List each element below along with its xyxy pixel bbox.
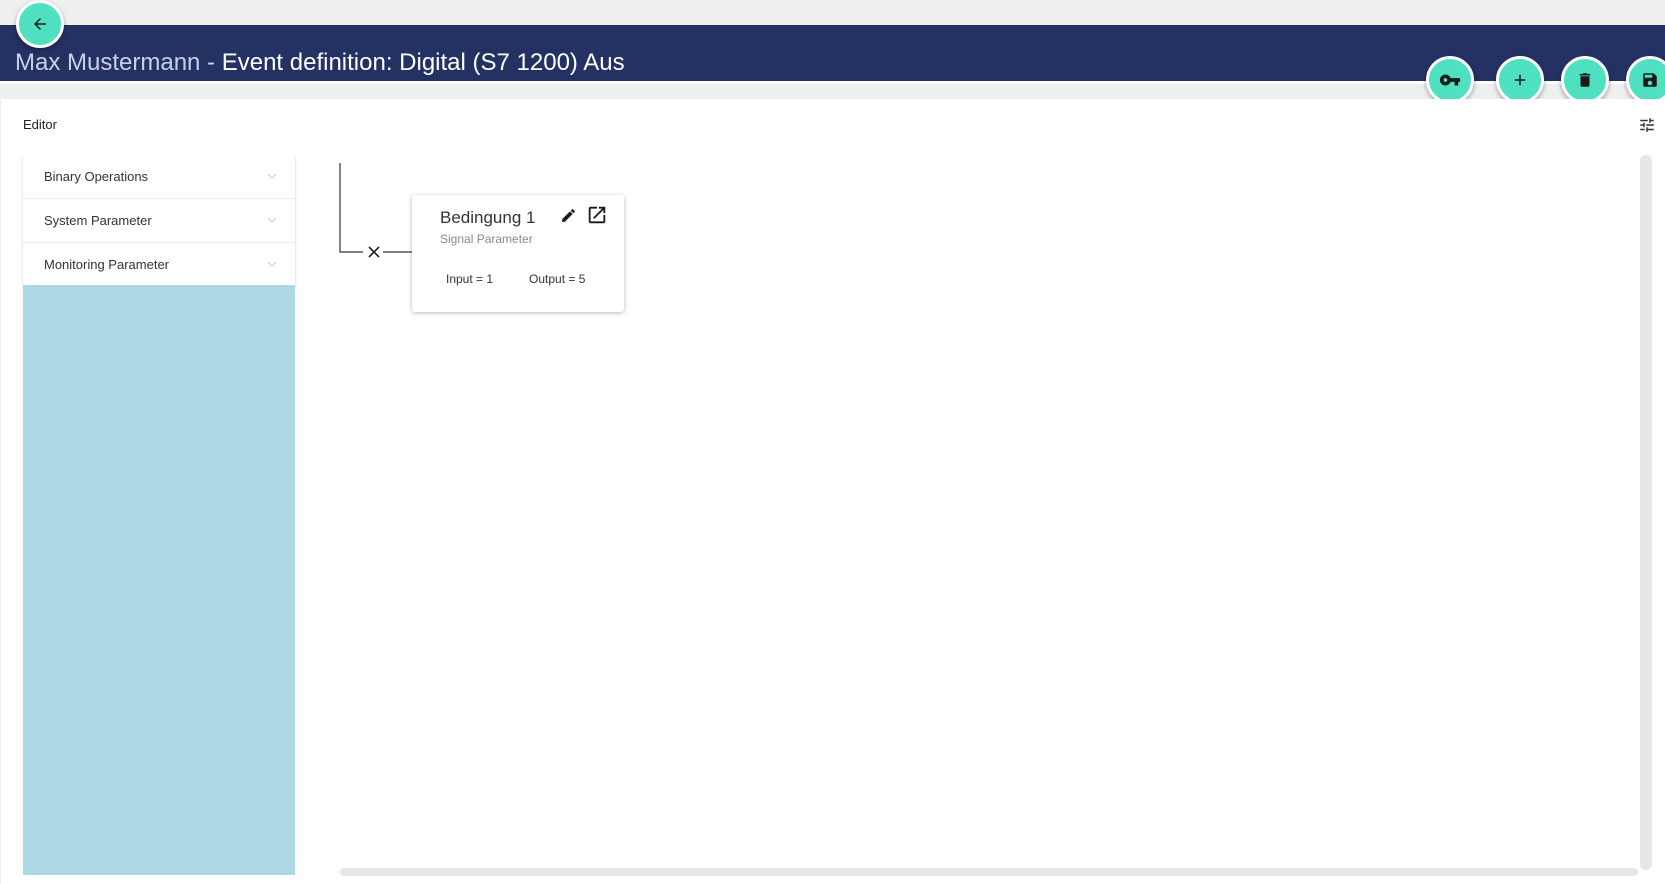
sidebar-item-label: Monitoring Parameter	[44, 257, 169, 272]
chevron-down-icon	[267, 261, 277, 267]
open-in-new-icon[interactable]	[586, 204, 608, 226]
sidebar-item-label: System Parameter	[44, 213, 152, 228]
title-separator: -	[200, 49, 222, 76]
chevron-down-icon	[267, 173, 277, 179]
sidebar-item-binary-operations[interactable]: Binary Operations	[23, 155, 295, 199]
trash-icon	[1579, 73, 1591, 87]
sidebar-list: Binary Operations System Parameter Monit…	[23, 155, 295, 286]
pencil-icon[interactable]	[560, 207, 577, 224]
sidebar-item-monitoring-parameter[interactable]: Monitoring Parameter	[23, 243, 295, 286]
horizontal-scrollbar[interactable]	[340, 868, 1638, 876]
plus-icon	[1514, 74, 1526, 86]
node-subtitle: Signal Parameter	[440, 232, 533, 246]
key-icon	[1439, 74, 1461, 86]
sidebar-item-system-parameter[interactable]: System Parameter	[23, 199, 295, 243]
add-button[interactable]	[1496, 56, 1544, 104]
sidebar-drop-area[interactable]	[23, 285, 295, 875]
user-name: Max Mustermann	[15, 49, 201, 76]
back-button[interactable]	[16, 0, 64, 48]
node-title: Bedingung 1	[440, 208, 536, 227]
chevron-down-icon	[267, 217, 277, 223]
remove-connection-icon[interactable]	[367, 245, 381, 259]
header-divider	[0, 81, 1665, 84]
save-button[interactable]	[1626, 56, 1665, 104]
vertical-scrollbar[interactable]	[1640, 155, 1652, 870]
floppy-disk-icon	[1643, 73, 1657, 87]
node-output: Output = 5	[529, 272, 586, 286]
condition-node[interactable]: Bedingung 1 Signal Parameter Input = 1 O…	[412, 195, 624, 312]
arrow-left-icon	[34, 18, 46, 30]
delete-button[interactable]	[1561, 56, 1609, 104]
page-title: Max Mustermann - Event definition: Digit…	[15, 46, 625, 80]
key-button[interactable]	[1426, 56, 1474, 104]
sidebar-item-label: Binary Operations	[44, 169, 149, 184]
editor-label: Editor	[23, 117, 57, 132]
tune-icon[interactable]	[1638, 116, 1656, 139]
node-input: Input = 1	[446, 272, 494, 286]
definition-title: Event definition: Digital (S7 1200) Aus	[221, 49, 625, 76]
